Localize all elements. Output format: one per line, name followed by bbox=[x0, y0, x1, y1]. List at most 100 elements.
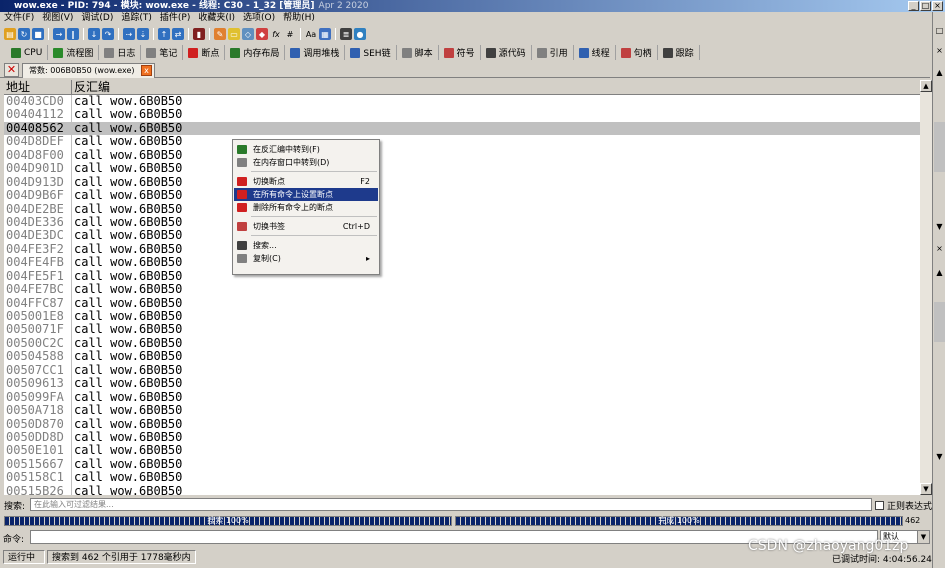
chevron-down-icon[interactable]: ▼ bbox=[917, 531, 929, 543]
table-row[interactable]: 00515B26 call wow.6B0B50 bbox=[4, 484, 920, 495]
context-menu-item[interactable]: 在内存窗口中转到(D) bbox=[234, 156, 378, 169]
table-row[interactable]: 0050D870 call wow.6B0B50 bbox=[4, 417, 920, 431]
references-tab-close-icon[interactable]: x bbox=[141, 65, 152, 76]
view-tab[interactable]: 符号 bbox=[439, 45, 481, 60]
scroll-thumb[interactable] bbox=[934, 122, 945, 172]
table-row[interactable]: 004FE5F1 call wow.6B0B50 bbox=[4, 269, 920, 283]
scroll-down-icon[interactable]: ▼ bbox=[920, 483, 932, 495]
menu-item[interactable]: 收藏夹(I) bbox=[198, 12, 235, 25]
close-tab-button[interactable]: ✕ bbox=[4, 63, 19, 77]
menu-item[interactable]: 调试(D) bbox=[81, 12, 113, 25]
maximize-button[interactable]: □ bbox=[920, 1, 931, 11]
table-row[interactable]: 005158C1 call wow.6B0B50 bbox=[4, 470, 920, 484]
table-row[interactable]: 00404112 call wow.6B0B50 bbox=[4, 107, 920, 121]
context-menu-item[interactable]: 删除所有命令上的断点 bbox=[234, 201, 378, 214]
table-row[interactable]: 00500C2C call wow.6B0B50 bbox=[4, 336, 920, 350]
table-row[interactable]: 0050E101 call wow.6B0B50 bbox=[4, 443, 920, 457]
address-column-header[interactable]: 地址 bbox=[6, 80, 72, 95]
table-row[interactable]: 0050A718 call wow.6B0B50 bbox=[4, 403, 920, 417]
menu-item[interactable]: 插件(P) bbox=[160, 12, 190, 25]
table-row[interactable]: 004FE3F2 call wow.6B0B50 bbox=[4, 242, 920, 256]
regex-checkbox-box[interactable] bbox=[875, 501, 884, 510]
scroll-down-icon[interactable]: ▼ bbox=[934, 452, 945, 462]
menu-item[interactable]: 帮助(H) bbox=[283, 12, 315, 25]
close-panel-icon[interactable]: × bbox=[934, 244, 945, 254]
table-row[interactable]: 005099FA call wow.6B0B50 bbox=[4, 390, 920, 404]
menu-item[interactable]: 选项(O) bbox=[243, 12, 275, 25]
menu-item[interactable]: 追踪(T) bbox=[121, 12, 152, 25]
context-menu-item[interactable]: 在所有命令上设置断点 bbox=[234, 188, 378, 201]
execute-till-return-icon[interactable]: ↑ bbox=[158, 28, 170, 40]
scroll-up-icon[interactable]: ▲ bbox=[934, 68, 945, 78]
bookmark-icon[interactable]: ◆ bbox=[256, 28, 268, 40]
scroll-thumb[interactable] bbox=[934, 302, 945, 342]
step-over-icon[interactable]: ↷ bbox=[102, 28, 114, 40]
table-row[interactable]: 004FE4FB call wow.6B0B50 bbox=[4, 255, 920, 269]
view-tab[interactable]: CPU bbox=[6, 45, 49, 60]
regex-checkbox[interactable]: 正则表达式 bbox=[875, 499, 932, 512]
references-list[interactable]: 00403CD0 call wow.6B0B50 00404112 call wow.… bbox=[4, 95, 920, 495]
view-tab[interactable]: 流程图 bbox=[48, 45, 100, 60]
scroll-up-icon[interactable]: ▲ bbox=[920, 80, 932, 92]
trace-over-icon[interactable]: ⇣ bbox=[137, 28, 149, 40]
stop-icon[interactable]: ■ bbox=[32, 28, 44, 40]
search-input[interactable]: 在此输入可过滤结果... bbox=[30, 498, 872, 511]
calculator-icon[interactable]: ▦ bbox=[319, 28, 331, 40]
table-row[interactable]: 0050DD8D call wow.6B0B50 bbox=[4, 430, 920, 444]
table-row[interactable]: 004D9B6F call wow.6B0B50 bbox=[4, 188, 920, 202]
table-row[interactable]: 004D8F00 call wow.6B0B50 bbox=[4, 148, 920, 162]
restart-icon[interactable]: ↻ bbox=[18, 28, 30, 40]
table-row[interactable]: 004DE3DC call wow.6B0B50 bbox=[4, 228, 920, 242]
view-tab[interactable]: 引用 bbox=[532, 45, 574, 60]
patch-icon[interactable]: ✎ bbox=[214, 28, 226, 40]
table-row[interactable]: 004D901D call wow.6B0B50 bbox=[4, 161, 920, 175]
open-icon[interactable]: ▤ bbox=[4, 28, 16, 40]
table-row[interactable]: 004FFC87 call wow.6B0B50 bbox=[4, 296, 920, 310]
view-tab[interactable]: 源代码 bbox=[481, 45, 532, 60]
table-row[interactable]: 004FE7BC call wow.6B0B50 bbox=[4, 282, 920, 296]
view-tab[interactable]: 日志 bbox=[99, 45, 142, 60]
table-row[interactable]: 004DE2BE call wow.6B0B50 bbox=[4, 202, 920, 216]
label-icon[interactable]: ◇ bbox=[242, 28, 254, 40]
view-tab[interactable]: 跟踪 bbox=[658, 45, 700, 60]
view-tab[interactable]: 断点 bbox=[183, 45, 226, 60]
view-tab[interactable]: 脚本 bbox=[397, 45, 439, 60]
view-tab[interactable]: 句柄 bbox=[616, 45, 658, 60]
list-scrollbar[interactable]: ▲ ▼ bbox=[920, 80, 932, 495]
run-icon[interactable]: → bbox=[53, 28, 65, 40]
view-tab[interactable]: 笔记 bbox=[141, 45, 184, 60]
table-row[interactable]: 00507CC1 call wow.6B0B50 bbox=[4, 363, 920, 377]
context-menu-item[interactable]: 切换书签 Ctrl+D bbox=[234, 220, 378, 233]
font-icon[interactable]: Aa bbox=[305, 28, 317, 40]
trace-into-icon[interactable]: ⇢ bbox=[123, 28, 135, 40]
menu-item[interactable]: 文件(F) bbox=[4, 12, 34, 25]
table-row[interactable]: 004D913D call wow.6B0B50 bbox=[4, 175, 920, 189]
context-menu-item[interactable]: 复制(C) ▸ bbox=[234, 252, 378, 265]
run-to-user-code-icon[interactable]: ⇄ bbox=[172, 28, 184, 40]
disasm-column-header[interactable]: 反汇编 bbox=[74, 80, 110, 95]
scroll-down-icon[interactable]: ▼ bbox=[934, 222, 945, 232]
references-tab[interactable]: 常数: 006B0B50 (wow.exe) x bbox=[22, 63, 155, 78]
view-tab[interactable]: 内存布局 bbox=[225, 45, 286, 60]
menu-item[interactable]: 视图(V) bbox=[42, 12, 73, 25]
table-row[interactable]: 005001E8 call wow.6B0B50 bbox=[4, 309, 920, 323]
settings-icon[interactable]: ● bbox=[354, 28, 366, 40]
context-menu-item[interactable]: 搜索... bbox=[234, 239, 378, 252]
close-mdi-icon[interactable]: × bbox=[934, 46, 945, 56]
table-row[interactable]: 00515667 call wow.6B0B50 bbox=[4, 457, 920, 471]
scroll-up-icon[interactable]: ▲ bbox=[934, 268, 945, 278]
view-tab[interactable]: 线程 bbox=[574, 45, 616, 60]
comment-icon[interactable]: ▭ bbox=[228, 28, 240, 40]
restore-icon[interactable]: □ bbox=[934, 26, 945, 36]
scylla-icon[interactable]: ▮ bbox=[193, 28, 205, 40]
context-menu-item[interactable]: 在反汇编中转到(F) bbox=[234, 143, 378, 156]
table-row[interactable]: 0050071F call wow.6B0B50 bbox=[4, 322, 920, 336]
table-row[interactable]: 00504588 call wow.6B0B50 bbox=[4, 349, 920, 363]
table-row[interactable]: 004DE336 call wow.6B0B50 bbox=[4, 215, 920, 229]
notes-icon[interactable]: ≣ bbox=[340, 28, 352, 40]
view-tab[interactable]: SEH链 bbox=[345, 45, 397, 60]
step-into-icon[interactable]: ↓ bbox=[88, 28, 100, 40]
context-menu-item[interactable]: 切换断点 F2 bbox=[234, 175, 378, 188]
minimize-button[interactable]: _ bbox=[908, 1, 919, 11]
close-button[interactable]: × bbox=[932, 1, 943, 11]
